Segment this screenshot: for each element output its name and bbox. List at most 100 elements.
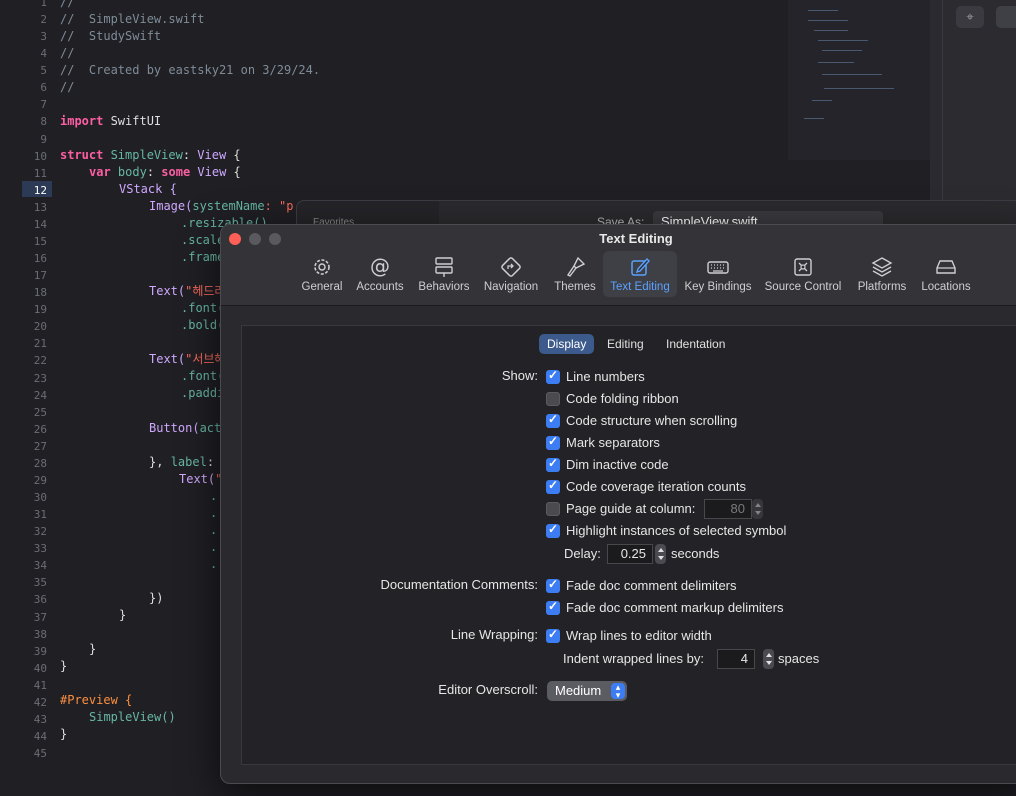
layers-icon bbox=[871, 256, 893, 278]
line-number: 1 bbox=[40, 0, 47, 9]
code-folding-ribbon-checkbox[interactable] bbox=[546, 392, 560, 406]
editor-overscroll-popup[interactable]: Medium ▴ ▾ bbox=[547, 681, 627, 701]
line-number: 18 bbox=[33, 286, 47, 300]
mark-separators-checkbox[interactable] bbox=[546, 434, 560, 450]
code-line-15: .scale bbox=[181, 233, 225, 247]
minimap[interactable] bbox=[788, 0, 930, 160]
line-number: 45 bbox=[33, 747, 47, 761]
page-guide-stepper[interactable] bbox=[752, 499, 763, 519]
line-number: 8 bbox=[40, 115, 47, 129]
fade-doc-delimiters-checkbox[interactable] bbox=[546, 577, 560, 593]
line-number: 3 bbox=[40, 30, 47, 44]
tab-navigation[interactable]: Navigation bbox=[479, 251, 543, 297]
line-number: 15 bbox=[33, 234, 47, 248]
tab-text-editing[interactable]: Text Editing bbox=[603, 251, 677, 297]
at-icon: @ bbox=[369, 254, 391, 278]
line-number: 38 bbox=[33, 627, 47, 641]
fade-doc-markup-checkbox[interactable] bbox=[546, 599, 560, 615]
line-number: 29 bbox=[33, 473, 47, 487]
code-structure-label: Code structure when scrolling bbox=[566, 413, 738, 428]
page-guide-column-field[interactable]: 80 bbox=[704, 499, 752, 519]
tab-platforms[interactable]: Platforms bbox=[851, 251, 913, 297]
tab-label: Navigation bbox=[483, 281, 539, 293]
line-number: 20 bbox=[33, 320, 47, 334]
highlight-instances-checkbox[interactable] bbox=[546, 522, 560, 538]
code-line-4: // bbox=[60, 46, 75, 60]
highlight-instances-label: Highlight instances of selected symbol bbox=[566, 523, 787, 538]
tab-label: Source Control bbox=[764, 281, 842, 293]
line-number: 4 bbox=[40, 47, 47, 61]
line-number: 9 bbox=[40, 132, 47, 146]
pin-icon[interactable]: ⌖ bbox=[956, 6, 984, 28]
code-line-2: // SimpleView.swift bbox=[60, 12, 205, 26]
delay-unit-label: seconds bbox=[671, 546, 720, 561]
line-numbers-checkbox[interactable] bbox=[546, 368, 560, 384]
tab-label: Accounts bbox=[356, 281, 404, 293]
editor-scrollbar[interactable] bbox=[930, 0, 942, 200]
tab-label: Locations bbox=[921, 281, 971, 293]
code-line-29: Text(" bbox=[179, 472, 223, 486]
panel-toggle-button[interactable] bbox=[996, 6, 1016, 28]
line-number: 37 bbox=[33, 610, 47, 624]
chevron-updown-icon: ▴ ▾ bbox=[611, 683, 625, 700]
code-line-20: .bold( bbox=[181, 318, 225, 332]
tab-label: General bbox=[301, 281, 343, 293]
indent-wrapped-stepper[interactable] bbox=[763, 649, 774, 669]
delay-stepper[interactable] bbox=[655, 544, 666, 564]
code-line-32: . bbox=[210, 523, 218, 537]
svg-text:@: @ bbox=[370, 256, 390, 278]
tab-themes[interactable]: Themes bbox=[549, 251, 601, 297]
code-line-39: } bbox=[89, 642, 97, 656]
tab-accounts[interactable]: @ Accounts bbox=[353, 251, 407, 297]
settings-toolbar: Text Editing General @ Accounts Behavior… bbox=[221, 225, 1016, 306]
tab-label: Platforms bbox=[857, 281, 907, 293]
code-line-30: . bbox=[210, 489, 218, 503]
behaviors-icon bbox=[433, 256, 455, 278]
indent-unit-label: spaces bbox=[778, 651, 820, 666]
tab-source-control[interactable]: Source Control bbox=[761, 251, 845, 297]
editor-overscroll-label: Editor Overscroll: bbox=[438, 682, 538, 697]
line-number: 27 bbox=[33, 439, 47, 453]
line-number: 33 bbox=[33, 542, 47, 556]
source-control-icon bbox=[792, 256, 814, 278]
indent-wrapped-field[interactable]: 4 bbox=[717, 649, 755, 669]
tab-locations[interactable]: Locations bbox=[917, 251, 975, 297]
page-guide-checkbox[interactable] bbox=[546, 502, 560, 516]
code-line-19: .font( bbox=[181, 301, 225, 315]
code-line-13: Image(systemName: "p bbox=[149, 199, 294, 213]
code-line-33: . bbox=[210, 540, 218, 554]
line-number: 36 bbox=[33, 593, 47, 607]
minimap-line bbox=[808, 10, 838, 11]
code-line-42: #Preview { bbox=[60, 693, 133, 707]
dim-inactive-code-checkbox[interactable] bbox=[546, 456, 560, 472]
code-coverage-checkbox[interactable] bbox=[546, 478, 560, 494]
line-number: 44 bbox=[33, 730, 47, 743]
minimap-line bbox=[814, 30, 848, 31]
wrap-lines-checkbox[interactable] bbox=[546, 627, 560, 643]
tab-general[interactable]: General bbox=[297, 251, 347, 297]
inspector-panel bbox=[942, 0, 1016, 200]
line-number: 25 bbox=[33, 405, 47, 419]
code-line-3: // StudySwift bbox=[60, 29, 162, 43]
code-folding-ribbon-label: Code folding ribbon bbox=[566, 391, 679, 406]
segment-display[interactable]: Display bbox=[539, 334, 595, 354]
segment-editing[interactable]: Editing bbox=[599, 334, 652, 354]
line-number: 17 bbox=[33, 269, 47, 283]
tab-key-bindings[interactable]: Key Bindings bbox=[681, 251, 755, 297]
editor-overscroll-value: Medium bbox=[555, 683, 602, 698]
minimap-line bbox=[804, 118, 824, 119]
segment-indentation[interactable]: Indentation bbox=[658, 334, 733, 354]
keyboard-icon bbox=[707, 256, 729, 278]
line-number: 21 bbox=[33, 337, 47, 351]
line-number: 12 bbox=[33, 183, 47, 197]
code-line-18: Text("헤드라 bbox=[149, 284, 226, 298]
code-structure-checkbox[interactable] bbox=[546, 412, 560, 428]
line-number: 16 bbox=[33, 252, 47, 266]
line-number: 43 bbox=[33, 712, 47, 726]
line-number: 41 bbox=[33, 678, 47, 692]
delay-field[interactable]: 0.25 bbox=[607, 544, 653, 564]
fade-doc-markup-label: Fade doc comment markup delimiters bbox=[566, 600, 784, 615]
window-title: Text Editing bbox=[599, 231, 673, 246]
tab-behaviors[interactable]: Behaviors bbox=[413, 251, 475, 297]
line-number: 13 bbox=[33, 200, 47, 214]
